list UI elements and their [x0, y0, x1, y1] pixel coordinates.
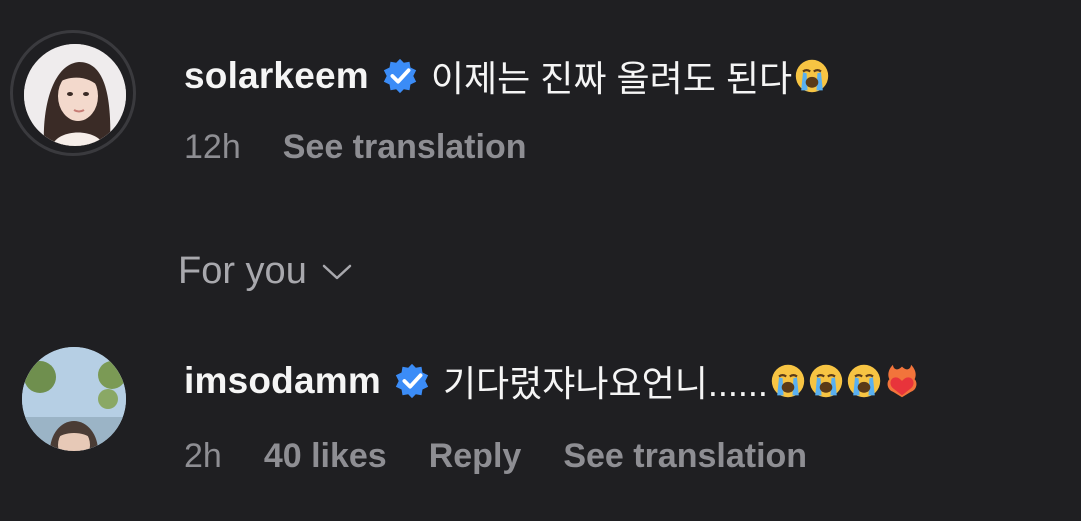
- see-translation-link[interactable]: See translation: [283, 128, 527, 167]
- timestamp: 12h: [184, 128, 241, 166]
- verified-badge-icon: [383, 58, 417, 94]
- crying-face-icon: [795, 59, 829, 93]
- see-translation-link[interactable]: See translation: [563, 437, 807, 476]
- verified-badge-icon: [395, 363, 429, 399]
- likes-count[interactable]: 40 likes: [264, 437, 387, 476]
- reply-button[interactable]: Reply: [429, 437, 522, 476]
- username[interactable]: imsodamm: [184, 360, 381, 402]
- crying-face-icon: [809, 364, 843, 398]
- avatar[interactable]: [24, 44, 126, 146]
- crying-face-icon: [771, 364, 805, 398]
- section-label: For you: [178, 250, 307, 292]
- chevron-down-icon: [322, 264, 352, 279]
- timestamp: 2h: [184, 437, 222, 475]
- comment-text: 기다렸쟈나요언니......: [442, 363, 768, 404]
- comment-text: 이제는 진짜 올려도 된다: [430, 58, 793, 99]
- crying-face-icon: [847, 364, 881, 398]
- username[interactable]: solarkeem: [184, 55, 369, 97]
- heart-on-fire-icon: [887, 364, 917, 398]
- for-you-dropdown[interactable]: For you: [178, 250, 353, 293]
- avatar[interactable]: [22, 347, 126, 451]
